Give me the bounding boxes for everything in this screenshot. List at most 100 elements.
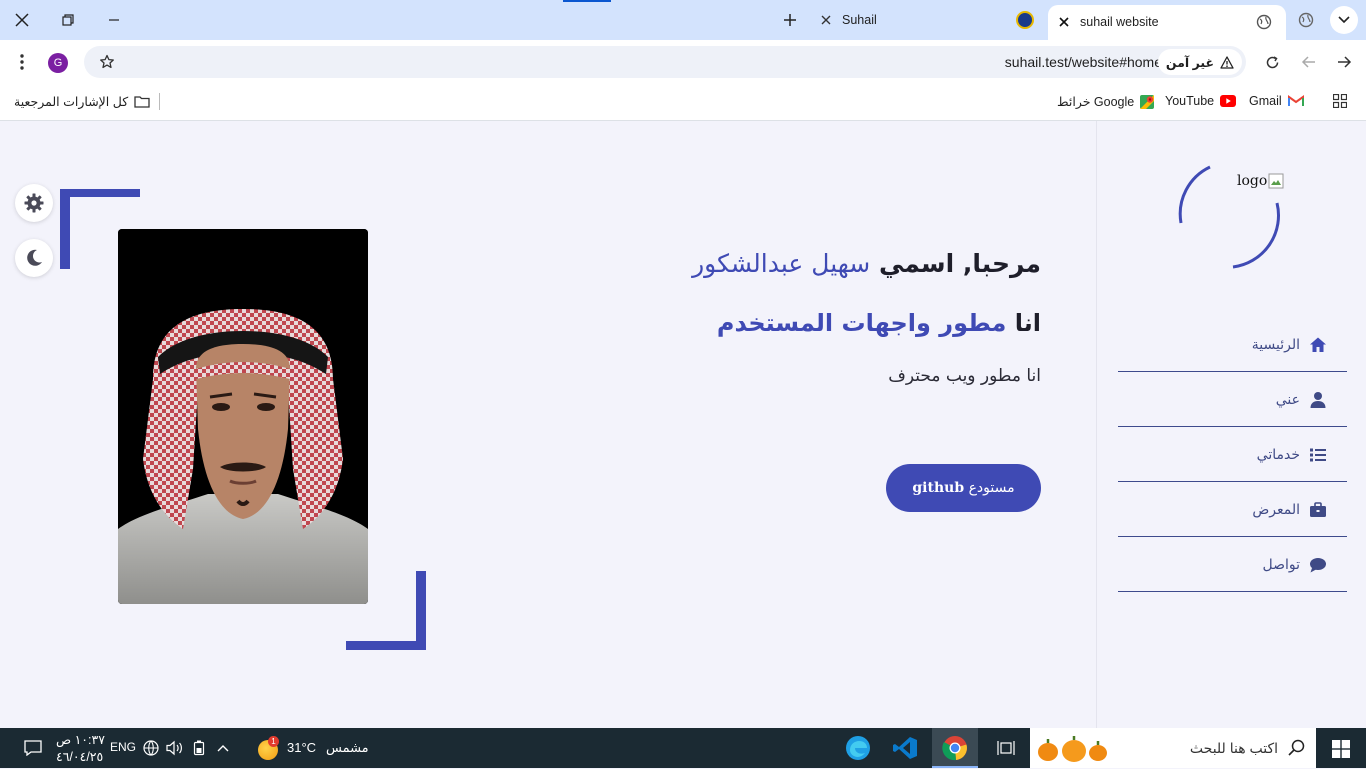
tab-search-chevron-down-icon[interactable] (1330, 6, 1358, 34)
chrome-icon (942, 736, 967, 761)
greeting-prefix: مرحبا, اسمي (878, 249, 1041, 278)
settings-button[interactable] (15, 184, 53, 222)
weather-description[interactable]: مشمس (326, 740, 369, 756)
tab-close-icon[interactable] (818, 12, 834, 28)
weather-temperature[interactable]: 31°C (287, 740, 316, 755)
language-indicator[interactable]: ENG (110, 740, 136, 754)
nav-item-contact[interactable]: تواصل (1118, 538, 1347, 592)
browser-toolbar: G suhail.test/website#home غير آمن (0, 40, 1366, 84)
github-repo-button[interactable]: مستودع github (886, 464, 1041, 512)
tab-title: Suhail (842, 13, 877, 27)
photo-bracket-bottom (346, 641, 426, 650)
task-view-icon[interactable] (996, 738, 1016, 758)
reload-icon[interactable] (1262, 52, 1282, 72)
briefcase-icon (1310, 501, 1326, 517)
windows-taskbar: ١٠:٣٧ ص ٤٦/٠٤/٢٥ ENG 1 31°C مشمس اكتب هن… (0, 728, 1366, 768)
security-label: غير آمن (1165, 55, 1214, 70)
photo-bracket-left (60, 189, 70, 269)
window-minimize-icon[interactable] (102, 8, 126, 32)
apps-grid-icon[interactable] (1332, 93, 1348, 109)
hero-name: سهيل عبدالشكور (692, 249, 871, 278)
button-brand: github (912, 480, 965, 496)
site-favicon-icon (1016, 11, 1034, 29)
nav-item-label: خدماتي (1256, 446, 1300, 462)
battery-icon[interactable] (191, 739, 207, 757)
broken-image-icon (1268, 173, 1284, 189)
logo-alt-text: logo (1237, 173, 1268, 189)
notification-center-icon[interactable] (22, 738, 44, 758)
all-bookmarks[interactable]: كل الإشارات المرجعية (14, 94, 150, 109)
bookmarks-bar: كل الإشارات المرجعية خرائط Google YouTub… (0, 84, 1366, 121)
tab-suhail[interactable]: Suhail (808, 5, 1044, 35)
taskbar-app-chrome[interactable] (932, 728, 978, 768)
nav-item-portfolio[interactable]: المعرض (1118, 483, 1347, 537)
weather-badge: 1 (268, 736, 279, 747)
taskbar-app-vscode[interactable] (885, 728, 925, 768)
nav-item-home[interactable]: الرئيسية (1118, 318, 1347, 372)
clock-date[interactable]: ٤٦/٠٤/٢٥ (56, 749, 103, 764)
nav-item-about[interactable]: عني (1118, 373, 1347, 427)
all-bookmarks-label: كل الإشارات المرجعية (14, 95, 129, 109)
globe-icon[interactable] (1296, 10, 1316, 30)
tab-suhail-website[interactable]: suhail website (1048, 5, 1286, 40)
gear-icon (24, 193, 44, 213)
logo-area: logo (1177, 163, 1287, 273)
photo-bracket-top (60, 189, 140, 197)
window-close-icon[interactable] (10, 8, 34, 32)
bookmark-youtube[interactable]: YouTube (1165, 94, 1237, 108)
nav-item-label: عني (1275, 391, 1300, 407)
role-prefix: انا (1014, 309, 1041, 337)
search-icon (1288, 739, 1305, 756)
show-hidden-icons-chevron-up-icon[interactable] (215, 739, 231, 757)
network-globe-icon[interactable] (142, 739, 160, 757)
bookmark-label: YouTube (1165, 94, 1215, 108)
browser-tab-strip: Suhail suhail website (0, 0, 1366, 40)
nav-item-label: الرئيسية (1251, 336, 1300, 352)
vscode-icon (893, 737, 917, 759)
clock-time[interactable]: ١٠:٣٧ ص (56, 732, 105, 747)
new-tab-button[interactable] (778, 8, 802, 32)
nav-item-services[interactable]: خدماتي (1118, 428, 1347, 482)
chat-icon (1310, 557, 1326, 572)
windows-start-icon[interactable] (1330, 738, 1352, 760)
security-chip[interactable]: غير آمن (1157, 49, 1242, 75)
maps-icon (1140, 94, 1155, 109)
taskbar-app-edge[interactable] (838, 728, 878, 768)
loading-indicator (563, 0, 611, 2)
hero-greeting: مرحبا, اسمي سهيل عبدالشكور (692, 249, 1041, 278)
user-icon (1310, 391, 1326, 408)
volume-icon[interactable] (166, 739, 184, 757)
profile-avatar[interactable]: G (48, 53, 68, 73)
button-prefix: مستودع (968, 480, 1015, 496)
home-icon (1310, 337, 1326, 352)
gmail-icon (1287, 95, 1304, 106)
nav-item-label: تواصل (1262, 556, 1300, 572)
address-bar[interactable]: suhail.test/website#home غير آمن (84, 46, 1246, 78)
bookmark-gmail[interactable]: Gmail (1249, 94, 1304, 108)
globe-icon (1255, 13, 1273, 31)
profile-photo (118, 229, 368, 604)
bookmark-label: خرائط Google (1057, 95, 1135, 109)
photo-bracket-right (416, 571, 426, 650)
person-portrait-icon (118, 229, 368, 604)
menu-kebab-icon[interactable] (12, 52, 32, 72)
moon-icon (27, 249, 42, 266)
forward-arrow-icon[interactable] (1334, 52, 1354, 72)
bookmarks-divider (159, 93, 160, 110)
url-text[interactable]: suhail.test/website#home (1005, 54, 1162, 70)
site-sidebar: logo الرئيسية عني خدماتي المعرض تواصل (1096, 121, 1366, 728)
bookmark-maps[interactable]: خرائط Google (1057, 94, 1155, 109)
weather-widget[interactable]: 1 (256, 736, 280, 760)
dark-mode-toggle[interactable] (15, 239, 53, 277)
tab-close-icon[interactable] (1056, 14, 1072, 30)
edge-icon (846, 736, 870, 760)
bookmark-label: Gmail (1249, 94, 1282, 108)
back-arrow-icon[interactable] (1298, 52, 1318, 72)
star-icon[interactable] (98, 53, 116, 71)
webpage: logo الرئيسية عني خدماتي المعرض تواصل مر… (0, 121, 1366, 728)
hero-role: انا مطور واجهات المستخدم (717, 309, 1041, 337)
window-restore-icon[interactable] (56, 8, 80, 32)
logo-image[interactable]: logo (1237, 173, 1284, 189)
taskbar-search-box[interactable]: اكتب هنا للبحث (1030, 728, 1316, 768)
nav-item-label: المعرض (1252, 501, 1300, 517)
